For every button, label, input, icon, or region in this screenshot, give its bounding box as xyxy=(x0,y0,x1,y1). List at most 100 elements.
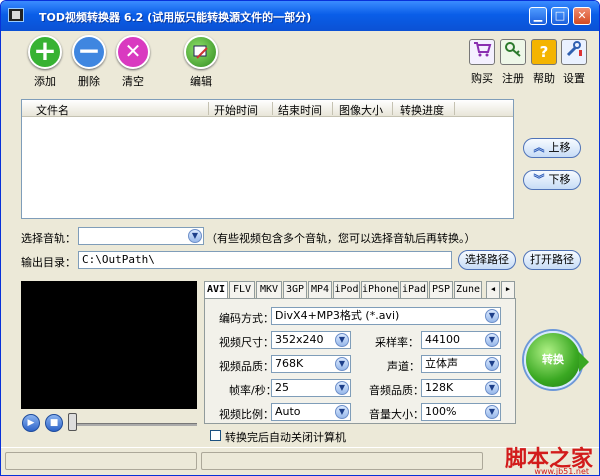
shutdown-checkbox[interactable] xyxy=(210,430,221,441)
cart-icon xyxy=(469,39,495,65)
toolbar: + 添加 − 删除 ✕ 清空 编辑 购买 注册 ? 帮助 设置 xyxy=(1,31,599,93)
stop-icon: ■ xyxy=(49,418,59,428)
codec-select[interactable]: DivX4+MP3格式 (*.avi) ▼ xyxy=(271,307,501,325)
audio-track-hint: （有些视频包含多个音轨，您可以选择音轨后再转换。） xyxy=(206,232,476,245)
buy-button[interactable]: 购买 xyxy=(467,39,497,86)
tab-flv[interactable]: FLV xyxy=(229,281,255,298)
register-label: 注册 xyxy=(502,72,524,85)
codec-label: 编码方式： xyxy=(219,312,274,325)
tab-avi[interactable]: AVI xyxy=(204,281,228,299)
tab-psp[interactable]: PSP xyxy=(429,281,453,298)
sample-rate-select[interactable]: 44100 ▼ xyxy=(421,331,501,349)
move-down-button[interactable]: ︾ 下移 xyxy=(523,170,581,190)
register-button[interactable]: 注册 xyxy=(498,39,528,86)
shutdown-label: 转换完后自动关闭计算机 xyxy=(225,431,346,444)
seek-slider-thumb[interactable] xyxy=(68,413,77,431)
chevron-down-icon: ▼ xyxy=(485,357,499,371)
help-icon: ? xyxy=(531,39,557,65)
chevron-down-icon: ▼ xyxy=(188,229,202,243)
title-bar[interactable]: TOD视频转换器 6.2 (试用版只能转换源文件的一部分) ▁ □ ✕ xyxy=(1,1,599,31)
video-quality-label: 视频品质： xyxy=(219,360,274,373)
volume-select[interactable]: 100% ▼ xyxy=(421,403,501,421)
x-icon: ✕ xyxy=(116,35,150,69)
clear-label: 清空 xyxy=(122,75,144,88)
chevron-down-icon: ▼ xyxy=(335,333,349,347)
chevron-down-icon: ▼ xyxy=(335,357,349,371)
tab-ipad[interactable]: iPad xyxy=(400,281,428,298)
format-tabs: AVI FLV MKV 3GP MP4 iPod iPhone iPad PSP… xyxy=(204,281,516,299)
clear-button[interactable]: ✕ 清空 xyxy=(109,35,157,89)
add-label: 添加 xyxy=(34,75,56,88)
video-preview xyxy=(21,281,197,409)
move-up-label: 上移 xyxy=(548,141,571,154)
frame-rate-label: 帧率/秒： xyxy=(229,384,277,397)
column-header[interactable]: 文件名 xyxy=(36,102,69,118)
file-list-header: 文件名 开始时间 结束时间 图像大小 转换进度 xyxy=(22,100,513,117)
seek-slider-track[interactable] xyxy=(73,423,197,426)
file-list[interactable]: 文件名 开始时间 结束时间 图像大小 转换进度 xyxy=(21,99,514,219)
edit-label: 编辑 xyxy=(190,75,212,88)
help-button[interactable]: ? 帮助 xyxy=(529,39,559,86)
choose-path-button[interactable]: 选择路径 xyxy=(458,250,516,270)
status-cell xyxy=(5,452,197,470)
minus-icon: − xyxy=(72,35,106,69)
tab-iphone[interactable]: iPhone xyxy=(361,281,399,298)
chevron-down-icon: ▼ xyxy=(485,333,499,347)
video-quality-select[interactable]: 768K ▼ xyxy=(271,355,351,373)
tab-mkv[interactable]: MKV xyxy=(256,281,282,298)
convert-button[interactable]: 转换 xyxy=(524,331,589,389)
tab-3gp[interactable]: 3GP xyxy=(283,281,307,298)
audio-quality-label: 音频品质： xyxy=(369,384,424,397)
app-window: TOD视频转换器 6.2 (试用版只能转换源文件的一部分) ▁ □ ✕ + 添加… xyxy=(0,0,600,476)
chevron-down-icon: ▼ xyxy=(485,381,499,395)
video-size-label: 视频尺寸： xyxy=(219,336,274,349)
move-down-label: 下移 xyxy=(548,173,571,186)
aspect-ratio-label: 视频比例： xyxy=(219,408,274,421)
edit-button[interactable]: 编辑 xyxy=(177,35,225,89)
tab-zune[interactable]: Zune xyxy=(454,281,482,298)
maximize-button[interactable]: □ xyxy=(551,7,569,25)
add-button[interactable]: + 添加 xyxy=(21,35,69,89)
settings-label: 设置 xyxy=(563,72,585,85)
close-button[interactable]: ✕ xyxy=(573,7,591,25)
plus-icon: + xyxy=(28,35,62,69)
settings-button[interactable]: 设置 xyxy=(559,39,589,86)
column-header[interactable]: 结束时间 xyxy=(278,102,322,118)
aspect-ratio-select[interactable]: Auto ▼ xyxy=(271,403,351,421)
channel-select[interactable]: 立体声 ▼ xyxy=(421,355,501,373)
sample-rate-label: 采样率： xyxy=(375,336,419,349)
open-path-button[interactable]: 打开路径 xyxy=(523,250,581,270)
column-header[interactable]: 开始时间 xyxy=(214,102,258,118)
minimize-button[interactable]: ▁ xyxy=(529,7,547,25)
tab-scroll-right-button[interactable]: ▶ xyxy=(501,281,515,298)
window-title: TOD视频转换器 6.2 (试用版只能转换源文件的一部分) xyxy=(39,11,312,24)
frame-rate-select[interactable]: 25 ▼ xyxy=(271,379,351,397)
tab-mp4[interactable]: MP4 xyxy=(308,281,332,298)
output-path-field[interactable]: C:\OutPath\ xyxy=(78,251,452,269)
remove-label: 删除 xyxy=(78,75,100,88)
play-icon: ▶ xyxy=(27,418,35,428)
video-size-select[interactable]: 352x240 ▼ xyxy=(271,331,351,349)
chevron-down-icon: ▼ xyxy=(335,405,349,419)
avi-settings-panel: 编码方式： DivX4+MP3格式 (*.avi) ▼ 视频尺寸： 352x24… xyxy=(204,298,516,424)
output-dir-label: 输出目录： xyxy=(21,256,76,269)
help-label: 帮助 xyxy=(533,72,555,85)
chevron-down-icon: ▼ xyxy=(485,405,499,419)
wrench-icon xyxy=(561,39,587,65)
column-header[interactable]: 转换进度 xyxy=(400,102,444,118)
column-header[interactable]: 图像大小 xyxy=(339,102,383,118)
move-up-button[interactable]: ︽ 上移 xyxy=(523,138,581,158)
audio-track-select[interactable]: ▼ xyxy=(78,227,204,245)
tab-scroll-left-button[interactable]: ◀ xyxy=(486,281,500,298)
tab-ipod[interactable]: iPod xyxy=(333,281,360,298)
remove-button[interactable]: − 删除 xyxy=(65,35,113,89)
stop-button[interactable]: ■ xyxy=(45,414,63,432)
channel-label: 声道： xyxy=(387,360,420,373)
volume-label: 音量大小： xyxy=(369,408,424,421)
double-chevron-down-icon: ︾ xyxy=(533,173,545,186)
audio-track-label: 选择音轨： xyxy=(21,232,76,245)
play-button[interactable]: ▶ xyxy=(22,414,40,432)
buy-label: 购买 xyxy=(471,72,493,85)
watermark-url: www.jb51.net xyxy=(534,467,589,476)
audio-quality-select[interactable]: 128K ▼ xyxy=(421,379,501,397)
